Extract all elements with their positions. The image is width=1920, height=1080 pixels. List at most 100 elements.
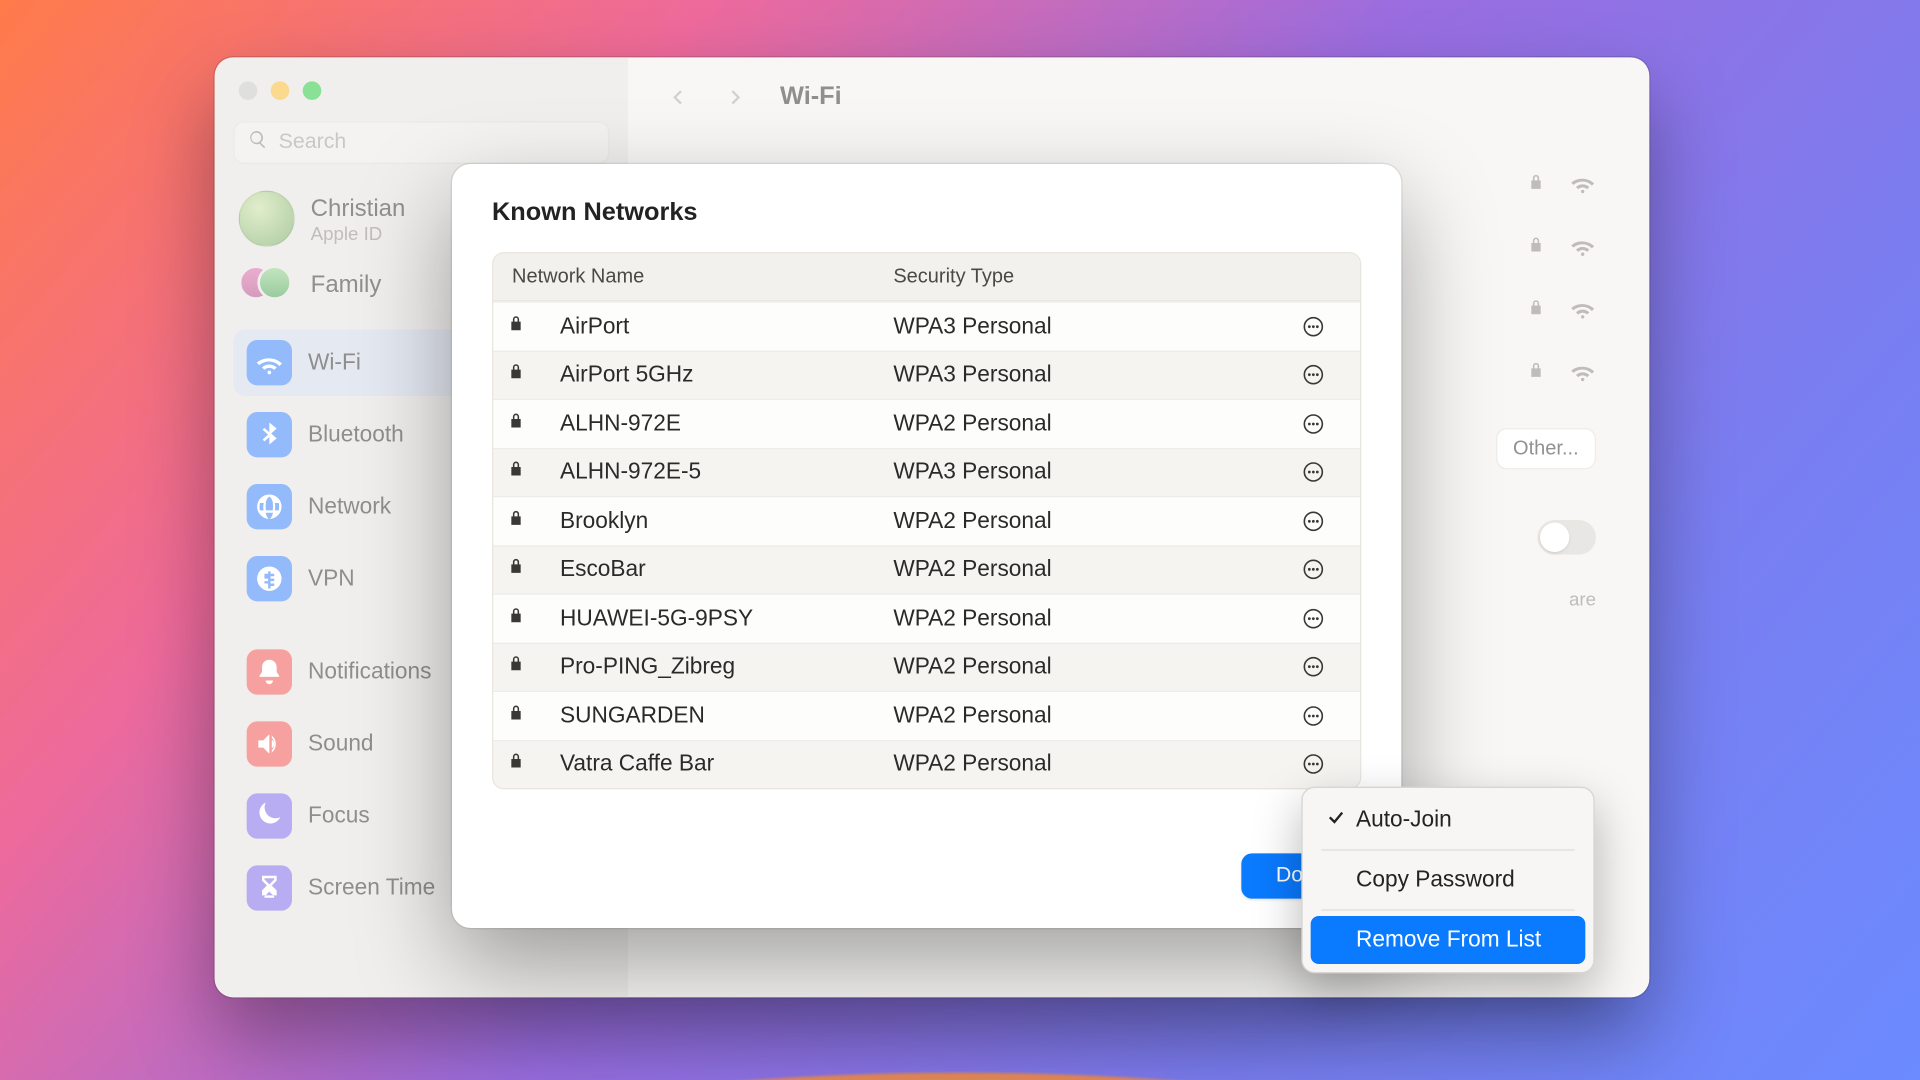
checkmark-icon [1327, 807, 1346, 834]
lock-icon [1527, 361, 1546, 386]
security-type: WPA2 Personal [893, 702, 1280, 729]
lock-icon [1527, 299, 1546, 324]
table-row[interactable]: ALHN-972E-5WPA3 Personal [493, 447, 1360, 496]
other-networks-button[interactable]: Other... [1496, 428, 1596, 469]
network-name: Pro-PING_Zibreg [560, 654, 893, 681]
moon-icon [247, 793, 292, 838]
more-button[interactable] [1280, 363, 1347, 387]
lock-icon [507, 410, 560, 437]
search-input[interactable] [279, 131, 595, 155]
sidebar-item-label: Wi-Fi [308, 349, 361, 376]
toolbar: Wi-Fi [628, 57, 1649, 137]
lock-icon [507, 556, 560, 583]
table-row[interactable]: BrooklynWPA2 Personal [493, 496, 1360, 545]
network-row[interactable] [1527, 295, 1596, 328]
table-row[interactable]: SUNGARDENWPA2 Personal [493, 691, 1360, 740]
sidebar-item-label: Bluetooth [308, 421, 404, 448]
more-button[interactable] [1280, 509, 1347, 533]
network-row[interactable] [1527, 357, 1596, 390]
sidebar-item-label: Screen Time [308, 875, 435, 902]
user-sub: Apple ID [311, 222, 406, 243]
security-type: WPA3 Personal [893, 362, 1280, 389]
more-button[interactable] [1280, 752, 1347, 776]
menu-item-auto-join[interactable]: Auto-Join [1311, 796, 1586, 844]
hourglass-icon [247, 865, 292, 910]
lock-icon [507, 508, 560, 535]
table-header: Network Name Security Type [493, 253, 1360, 301]
security-type: WPA2 Personal [893, 508, 1280, 535]
lock-icon [507, 702, 560, 729]
security-type: WPA3 Personal [893, 313, 1280, 340]
wifi-icon [1569, 295, 1596, 328]
menu-item-remove-from-list[interactable]: Remove From List [1311, 916, 1586, 964]
more-button[interactable] [1280, 314, 1347, 338]
family-label: Family [311, 270, 382, 298]
globe-icon [247, 484, 292, 529]
known-networks-dialog: Known Networks Network Name Security Typ… [452, 164, 1401, 928]
menu-item-copy-password[interactable]: Copy Password [1311, 856, 1586, 904]
lock-icon [507, 605, 560, 632]
lock-icon [1527, 236, 1546, 261]
wifi-icon [247, 340, 292, 385]
network-row[interactable] [1527, 232, 1596, 265]
menu-item-label: Copy Password [1356, 867, 1515, 894]
network-name: Vatra Caffe Bar [560, 751, 893, 778]
user-name: Christian [311, 194, 406, 222]
network-name: SUNGARDEN [560, 702, 893, 729]
wifi-icon [1569, 232, 1596, 265]
networks-table: Network Name Security Type AirPortWPA3 P… [492, 252, 1361, 789]
network-row[interactable] [1527, 169, 1596, 202]
window-controls [239, 81, 610, 100]
table-row[interactable]: AirPort 5GHzWPA3 Personal [493, 350, 1360, 399]
more-button[interactable] [1280, 460, 1347, 484]
wifi-icon [1569, 357, 1596, 390]
lock-icon [507, 751, 560, 778]
table-row[interactable]: AirPortWPA3 Personal [493, 301, 1360, 350]
more-button[interactable] [1280, 558, 1347, 582]
more-button[interactable] [1280, 704, 1347, 728]
network-name: AirPort 5GHz [560, 362, 893, 389]
table-row[interactable]: ALHN-972EWPA2 Personal [493, 399, 1360, 448]
network-context-menu: Auto-Join Copy Password Remove From List [1301, 787, 1594, 974]
lock-icon [507, 362, 560, 389]
table-row[interactable]: EscoBarWPA2 Personal [493, 545, 1360, 594]
table-row[interactable]: Vatra Caffe BarWPA2 Personal [493, 739, 1360, 788]
ask-join-toggle[interactable] [1537, 520, 1596, 555]
menu-separator [1321, 909, 1574, 910]
search-field[interactable] [233, 121, 609, 164]
close-button[interactable] [239, 81, 258, 100]
menu-item-label: Auto-Join [1356, 807, 1452, 834]
wifi-icon [1569, 169, 1596, 202]
lock-icon [507, 313, 560, 340]
back-button[interactable] [660, 79, 697, 116]
more-button[interactable] [1280, 606, 1347, 630]
avatar [239, 191, 295, 247]
network-name: Brooklyn [560, 508, 893, 535]
lock-icon [507, 654, 560, 681]
col-security-type: Security Type [893, 265, 1280, 288]
menu-item-label: Remove From List [1356, 927, 1541, 954]
more-button[interactable] [1280, 655, 1347, 679]
lock-icon [507, 459, 560, 486]
security-type: WPA3 Personal [893, 459, 1280, 486]
globe-icon [247, 556, 292, 601]
table-row[interactable]: HUAWEI-5G-9PSYWPA2 Personal [493, 593, 1360, 642]
sidebar-item-label: Notifications [308, 659, 431, 686]
security-type: WPA2 Personal [893, 410, 1280, 437]
network-name: AirPort [560, 313, 893, 340]
lock-icon [1527, 173, 1546, 198]
page-title: Wi-Fi [780, 83, 842, 112]
table-row[interactable]: Pro-PING_ZibregWPA2 Personal [493, 642, 1360, 691]
sidebar-item-label: Network [308, 493, 391, 520]
zoom-button[interactable] [303, 81, 322, 100]
network-name: ALHN-972E-5 [560, 459, 893, 486]
security-type: WPA2 Personal [893, 751, 1280, 778]
hint-text: are [1569, 587, 1596, 611]
forward-button[interactable] [716, 79, 753, 116]
minimize-button[interactable] [271, 81, 290, 100]
bluetooth-icon [247, 412, 292, 457]
network-name: EscoBar [560, 556, 893, 583]
more-button[interactable] [1280, 412, 1347, 436]
sidebar-item-label: Sound [308, 731, 374, 758]
network-name: ALHN-972E [560, 410, 893, 437]
